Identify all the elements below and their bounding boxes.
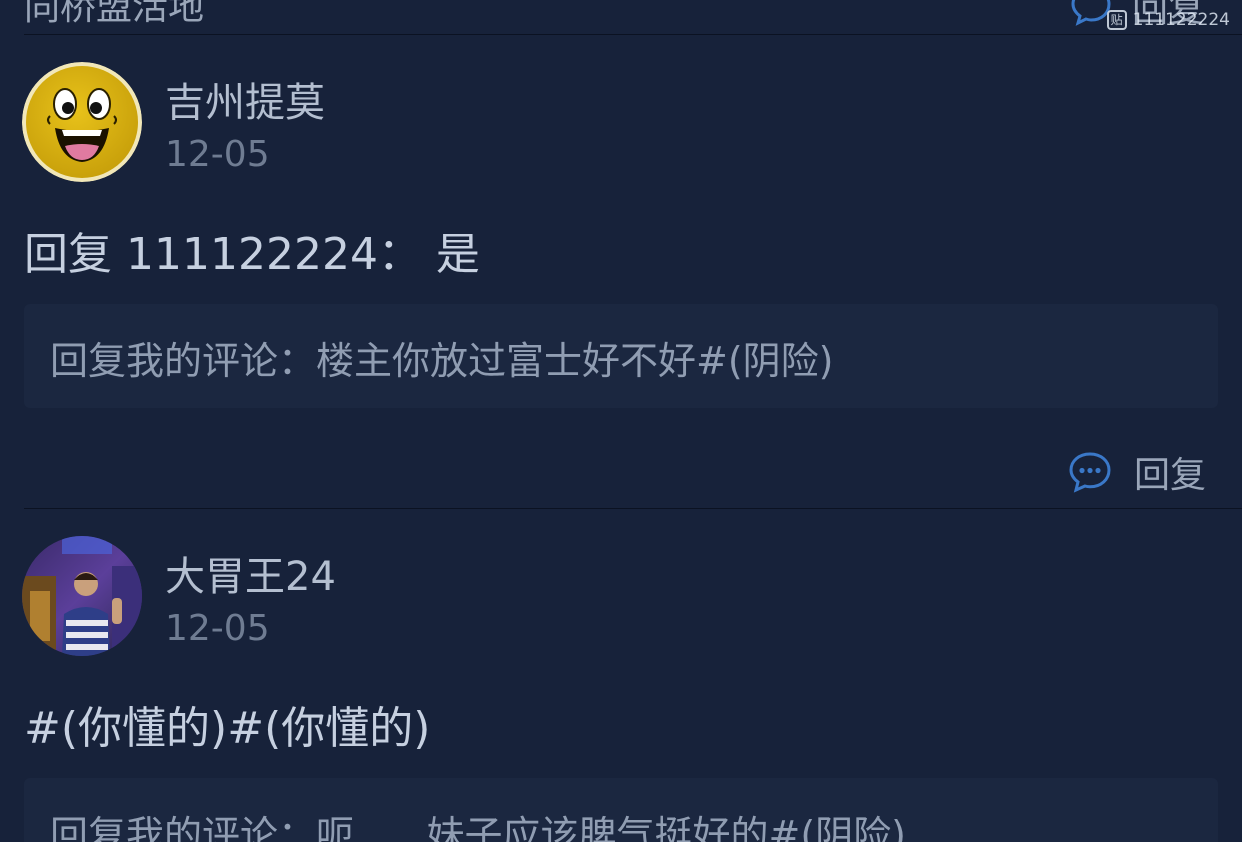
quoted-comment-box[interactable]: 回复我的评论：楼主你放过富士好不好#(阴险) (24, 304, 1218, 408)
comment-bubble-icon (1069, 452, 1111, 493)
comment-text: #(你懂的)#(你懂的) (24, 703, 431, 754)
reply-button[interactable]: 回复 (1068, 446, 1206, 498)
watermark-text: 111122224 (1132, 10, 1230, 30)
comment-text: 回复 111122224： 是 (24, 229, 480, 280)
reply-label: 回复 (1134, 455, 1207, 496)
comment-thread-page: 同桥盟活地 回复 贴 111122224 吉州提莫 12-05 回复 11112… (0, 0, 1242, 842)
comment-divider (24, 34, 1242, 35)
user-avatar[interactable] (22, 62, 142, 182)
quoted-comment-box[interactable]: 回复我的评论：呃......妹子应该脾气挺好的#(阴险) (24, 778, 1218, 842)
user-avatar[interactable] (22, 536, 142, 656)
tieba-watermark: 贴 111122224 (1106, 10, 1230, 30)
comment-username[interactable]: 大胃王24 (165, 544, 336, 602)
person-photo-avatar-icon (22, 536, 142, 656)
comment-username[interactable]: 吉州提莫 (165, 70, 325, 128)
comment-date: 12-05 (165, 608, 270, 649)
tieba-logo-icon: 贴 (1106, 10, 1127, 30)
comment-divider (24, 508, 1242, 509)
smiley-face-avatar-icon (22, 62, 142, 182)
quoted-comment-text: 回复我的评论：呃......妹子应该脾气挺好的#(阴险) (50, 813, 906, 842)
previous-comment-text: 同桥盟活地 (24, 0, 205, 28)
quoted-comment-text: 回复我的评论：楼主你放过富士好不好#(阴险) (50, 339, 834, 383)
comment-date: 12-05 (165, 134, 270, 175)
